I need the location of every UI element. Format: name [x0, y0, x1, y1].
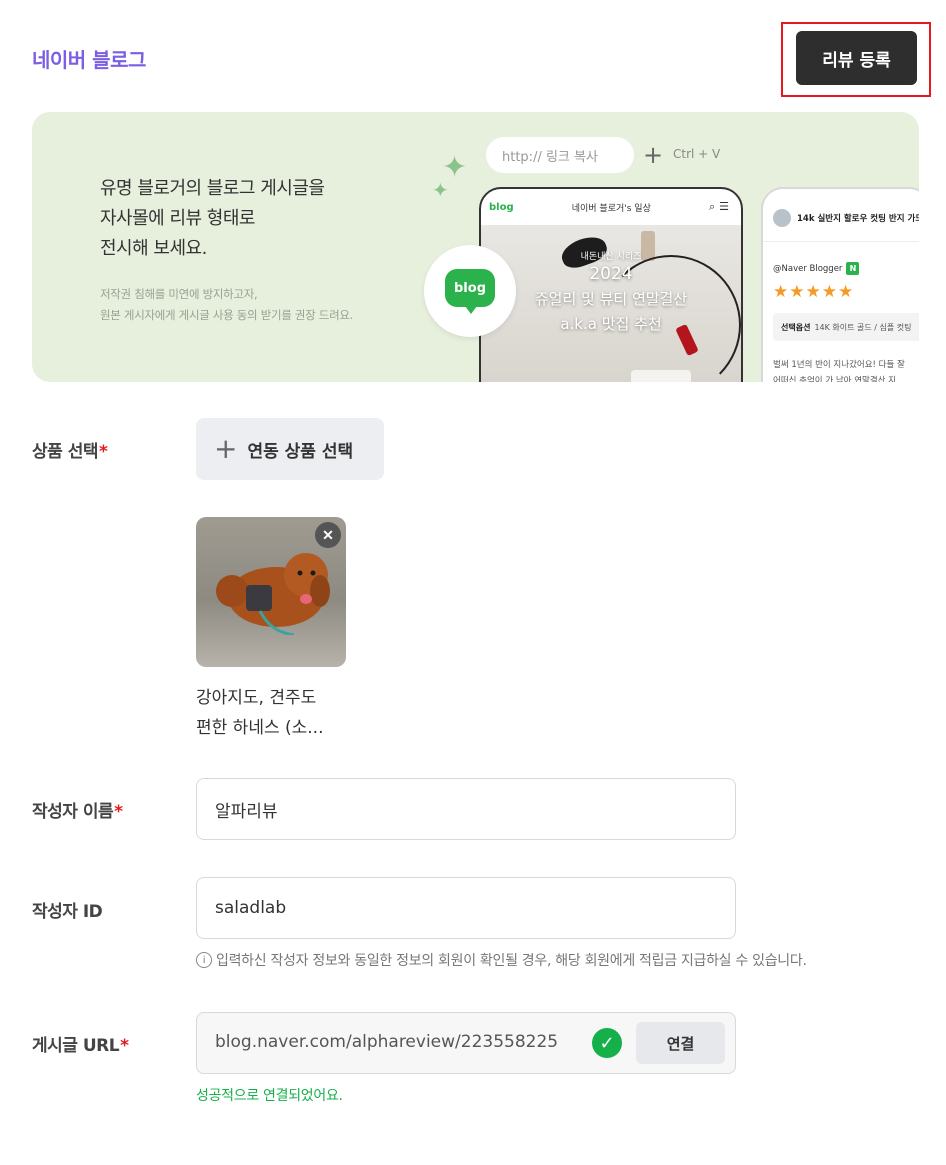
naver-badge-icon: N — [846, 262, 860, 275]
banner-headline-line: 전시해 보세요. — [100, 238, 207, 259]
connect-button[interactable]: 연결 — [636, 1022, 725, 1064]
post-url-label: 게시글 URL* — [32, 1036, 129, 1056]
remove-product-button[interactable]: ✕ — [315, 522, 341, 548]
plus-icon: + — [214, 432, 238, 465]
avatar — [773, 209, 791, 227]
overlay-subtitle: a.k.a 맛집 추천 — [560, 315, 662, 333]
sparkle-icon: ✦ — [432, 178, 449, 202]
register-review-button[interactable]: 리뷰 등록 — [796, 31, 917, 85]
review-card-blogger: @Naver Blogger N — [773, 262, 860, 275]
linked-product-select-button[interactable]: + 연동 상품 선택 — [196, 418, 384, 480]
option-value: 14K 화이트 골드 / 심플 컷팅 — [814, 322, 912, 332]
review-card-option: 선택옵션 14K 화이트 골드 / 심플 컷팅 — [773, 313, 919, 341]
divider — [763, 241, 919, 242]
phone-brand: blog — [489, 201, 514, 213]
connect-success-message: 성공적으로 연결되었어요. — [196, 1088, 343, 1104]
banner-subtext: 저작권 침해를 미연에 방지하고자, 원본 게시자에게 게시글 사용 동의 받기… — [100, 284, 353, 326]
overlay-title: 쥬얼리 및 뷰티 연말결산 — [534, 290, 688, 308]
guide-banner: 유명 블로거의 블로그 게시글을 자사몰에 리뷰 형태로 전시해 보세요. 저작… — [32, 112, 919, 382]
review-card-header: 14k 실반지 할로우 컷팅 반지 가드 — [773, 209, 919, 227]
product-name: 강아지도, 견주도 편한 하네스 (소... — [196, 683, 324, 743]
banner-subtext-line: 원본 게시자에게 게시글 사용 동의 받기를 권장 드려요. — [100, 308, 354, 322]
paste-shortcut-hint: Ctrl + V — [673, 147, 721, 161]
phone-blog-name: 네이버 블로거's 일상 — [571, 203, 651, 214]
author-name-label: 작성자 이름* — [32, 802, 123, 822]
review-text-line: 벌써 1년의 반이 지나갔어요! 다들 잘 — [773, 360, 905, 370]
phone-post-overlay: 내돈내산 시리즈 2024 쥬얼리 및 뷰티 연말결산 a.k.a 맛집 추천 — [481, 249, 741, 334]
plus-icon: + — [643, 141, 664, 169]
check-icon: ✓ — [592, 1028, 622, 1058]
product-select-button-label: 연동 상품 선택 — [247, 441, 354, 462]
dog-image — [216, 553, 330, 635]
banner-headline-line: 자사몰에 리뷰 형태로 — [100, 208, 255, 229]
overlay-series: 내돈내산 시리즈 — [580, 252, 642, 262]
blog-logo-icon: blog — [445, 269, 495, 314]
author-name-input[interactable] — [196, 778, 736, 840]
blog-logo-circle: blog — [424, 245, 516, 337]
banner-headline: 유명 블로거의 블로그 게시글을 자사몰에 리뷰 형태로 전시해 보세요. — [100, 174, 325, 264]
search-menu-icons: ⌕☰ — [708, 200, 733, 213]
url-copy-pill: http:// 링크 복사 — [486, 137, 634, 173]
page-title: 네이버 블로그 — [32, 48, 146, 72]
rating-stars: ★★★★★ — [773, 282, 855, 302]
info-icon: i — [196, 952, 212, 968]
review-card-product: 14k 실반지 할로우 컷팅 반지 가드 — [797, 214, 919, 224]
phone-mockup: blog 네이버 블로거's 일상 ⌕☰ 내돈내산 시리즈 2024 쥬얼리 및… — [479, 187, 743, 382]
author-id-helper: i 입력하신 작성자 정보와 동일한 정보의 회원이 확인될 경우, 해당 회원… — [196, 950, 807, 970]
banner-headline-line: 유명 블로거의 블로그 게시글을 — [100, 178, 325, 199]
blogger-name: @Naver Blogger — [773, 263, 843, 274]
option-label: 선택옵션 — [781, 322, 811, 332]
author-id-label: 작성자 ID — [32, 902, 103, 922]
author-id-helper-text: 입력하신 작성자 정보와 동일한 정보의 회원이 확인될 경우, 해당 회원에게… — [216, 953, 807, 969]
banner-subtext-line: 저작권 침해를 미연에 방지하고자, — [100, 287, 258, 301]
post-url-value[interactable]: blog.naver.com/alphareview/223558225 — [215, 1032, 627, 1052]
phone-header: blog 네이버 블로거's 일상 ⌕☰ — [481, 189, 741, 225]
author-id-input[interactable] — [196, 877, 736, 939]
overlay-year: 2024 — [589, 264, 633, 284]
product-name-line: 편한 하네스 (소... — [196, 718, 324, 738]
review-card-mockup: 14k 실반지 할로우 컷팅 반지 가드 @Naver Blogger N ★★… — [761, 187, 919, 382]
review-text-line: 어떠신 추억이 가 남아 연말결산 지 — [773, 376, 896, 382]
product-name-line: 강아지도, 견주도 — [196, 688, 317, 708]
product-select-label: 상품 선택* — [32, 442, 108, 462]
review-card-text: 벌써 1년의 반이 지나갔어요! 다들 잘 어떠신 추억이 가 남아 연말결산 … — [773, 357, 905, 382]
